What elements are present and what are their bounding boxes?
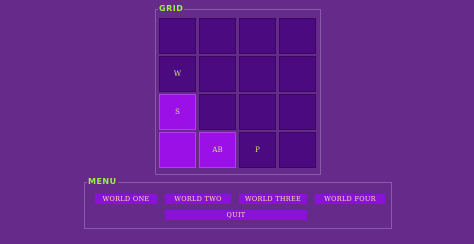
world-four-button[interactable]: WORLD FOUR — [315, 194, 385, 204]
grid-panel: GRID W S AB P — [155, 3, 321, 175]
grid-cell[interactable] — [239, 18, 276, 54]
quit-button[interactable]: QUIT — [165, 210, 307, 220]
grid-cell[interactable]: P — [239, 132, 276, 168]
grid-cell[interactable] — [199, 94, 236, 130]
grid-cell[interactable] — [239, 94, 276, 130]
world-two-button[interactable]: WORLD TWO — [165, 194, 231, 204]
grid-cell[interactable]: S — [159, 94, 196, 130]
grid-cell[interactable] — [159, 18, 196, 54]
grid-cell[interactable]: AB — [199, 132, 236, 168]
grid-cell[interactable]: W — [159, 56, 196, 92]
grid-cell[interactable] — [279, 18, 316, 54]
world-three-button[interactable]: WORLD THREE — [239, 194, 307, 204]
game-grid: W S AB P — [159, 18, 316, 170]
grid-cell[interactable] — [279, 94, 316, 130]
grid-cell[interactable] — [279, 132, 316, 168]
world-one-button[interactable]: WORLD ONE — [95, 194, 157, 204]
menu-panel: MENU WORLD ONE WORLD TWO WORLD THREE WOR… — [84, 176, 392, 229]
grid-cell[interactable] — [279, 56, 316, 92]
grid-cell[interactable] — [199, 56, 236, 92]
grid-cell[interactable] — [199, 18, 236, 54]
grid-cell[interactable] — [159, 132, 196, 168]
grid-cell[interactable] — [239, 56, 276, 92]
grid-legend: GRID — [158, 3, 185, 15]
menu-legend: MENU — [87, 176, 118, 188]
